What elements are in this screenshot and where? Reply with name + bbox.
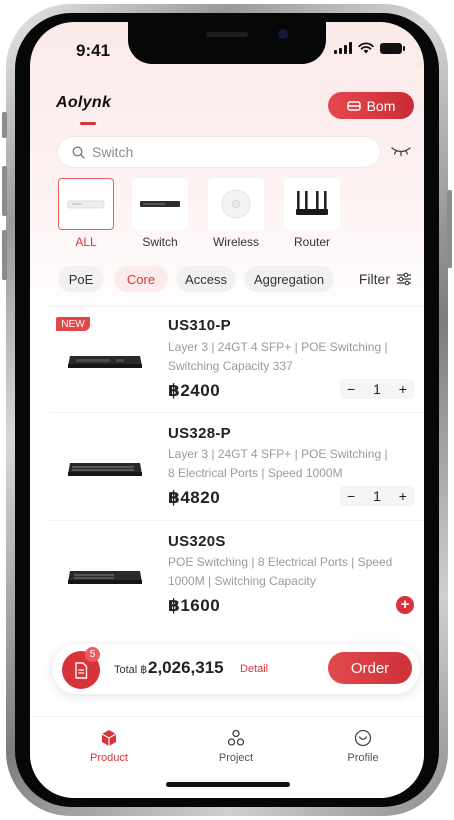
tab-label: Product	[90, 752, 128, 764]
list-divider	[50, 520, 424, 521]
cube-icon	[101, 730, 117, 746]
tab-product[interactable]: Product	[74, 729, 144, 764]
product-image-us310p	[68, 356, 142, 368]
detail-link[interactable]: Detail	[240, 663, 268, 675]
front-camera	[278, 29, 288, 39]
product-image-us328p	[68, 463, 142, 476]
product-price: ฿1600	[168, 596, 221, 615]
logo-underline	[80, 122, 96, 125]
app-screen: 9:41 Aolynk Bom Switch ALL Switch Wirele…	[30, 22, 424, 798]
product-desc-line: Layer 3 | 24GT 4 SFP+ | POE Switching |	[168, 340, 388, 354]
search-placeholder: Switch	[92, 144, 134, 160]
app-logo: Aolynk	[56, 94, 112, 111]
product-desc-line: Layer 3 | 24GT 4 SFP+ | POE Switching |	[168, 447, 388, 461]
product-title[interactable]: US310-P	[168, 317, 231, 334]
category-label: Wireless	[212, 235, 259, 249]
increment-button[interactable]: +	[399, 488, 407, 504]
filter-button[interactable]: Filter	[359, 271, 412, 287]
add-to-cart-button[interactable]: +	[396, 596, 414, 614]
document-icon	[75, 661, 88, 679]
decrement-button[interactable]: −	[347, 381, 355, 397]
status-time: 9:41	[76, 41, 111, 60]
network-icon	[227, 729, 245, 746]
filter-chip-core[interactable]: Core	[114, 266, 168, 292]
bom-button[interactable]: Bom	[328, 92, 414, 119]
tab-profile[interactable]: Profile	[328, 729, 398, 764]
order-button[interactable]: Order	[328, 652, 412, 684]
quantity-stepper[interactable]: − 1 +	[340, 379, 414, 399]
status-icons	[334, 42, 405, 54]
product-title[interactable]: US320S	[168, 533, 226, 550]
quantity-value: 1	[373, 381, 381, 397]
filter-label: Filter	[358, 271, 390, 287]
quantity-value: 1	[373, 488, 381, 504]
switch-device-icon	[140, 201, 180, 207]
ceiling-ap-icon	[221, 189, 251, 219]
volume-up-button	[2, 166, 7, 216]
category-all[interactable]: ALL	[57, 178, 115, 249]
product-price: ฿2400	[168, 381, 221, 400]
category-switch[interactable]: Switch	[131, 178, 189, 249]
product-desc-line: Switching Capacity 337	[168, 359, 293, 373]
filter-sliders-icon	[397, 272, 411, 286]
tab-project[interactable]: Project	[201, 729, 271, 764]
total-value: 2,026,315	[148, 658, 224, 677]
category-router[interactable]: Router	[283, 178, 341, 249]
list-divider	[50, 412, 424, 413]
wifi-icon	[358, 42, 374, 54]
speaker-grille	[206, 32, 248, 37]
increment-button[interactable]: +	[399, 381, 407, 397]
mute-switch	[2, 112, 7, 138]
product-price: ฿4820	[168, 488, 221, 507]
category-router-image	[284, 178, 340, 230]
search-input[interactable]: Switch	[58, 137, 380, 167]
profile-icon	[354, 729, 372, 747]
bom-list-icon	[346, 100, 361, 111]
battery-icon	[380, 42, 405, 54]
bom-button-label: Bom	[366, 97, 396, 114]
order-summary-bar: 5 Total ฿ 2,026,315 Detail Order	[52, 644, 420, 694]
product-title[interactable]: US328-P	[168, 425, 231, 442]
category-label: Router	[293, 235, 331, 249]
product-desc-line: POE Switching | 8 Electrical Ports | Spe…	[168, 555, 393, 569]
filter-chip-poe[interactable]: PoE	[58, 266, 104, 292]
product-desc-line: 1000M | Switching Capacity	[168, 574, 316, 588]
product-image-us320s	[68, 571, 142, 584]
category-wireless[interactable]: Wireless	[207, 178, 265, 249]
power-button	[447, 190, 452, 268]
tab-label: Project	[218, 752, 254, 764]
volume-down-button	[2, 230, 7, 280]
quantity-stepper[interactable]: − 1 +	[340, 486, 414, 506]
decrement-button[interactable]: −	[347, 488, 355, 504]
router-device-icon	[296, 191, 328, 215]
category-label: Switch	[142, 235, 178, 249]
category-wireless-image	[208, 178, 264, 230]
tab-label: Profile	[347, 752, 379, 764]
list-divider	[50, 306, 424, 307]
category-switch-image	[132, 178, 188, 230]
category-label: ALL	[75, 235, 97, 249]
product-desc-line: 8 Electrical Ports | Speed 1000M	[168, 466, 343, 480]
signal-icon	[334, 42, 352, 54]
filter-chip-access[interactable]: Access	[176, 266, 236, 292]
home-indicator	[166, 782, 290, 787]
category-all-image	[58, 178, 114, 230]
total-label: Total ฿	[114, 664, 148, 676]
notch	[128, 22, 326, 64]
search-icon	[72, 146, 85, 159]
new-badge: NEW	[56, 317, 90, 331]
access-point-flat-icon	[67, 200, 105, 209]
eye-closed-icon[interactable]	[390, 145, 412, 157]
filter-chip-aggregation[interactable]: Aggregation	[244, 266, 334, 292]
cart-count-badge: 5	[85, 647, 100, 662]
